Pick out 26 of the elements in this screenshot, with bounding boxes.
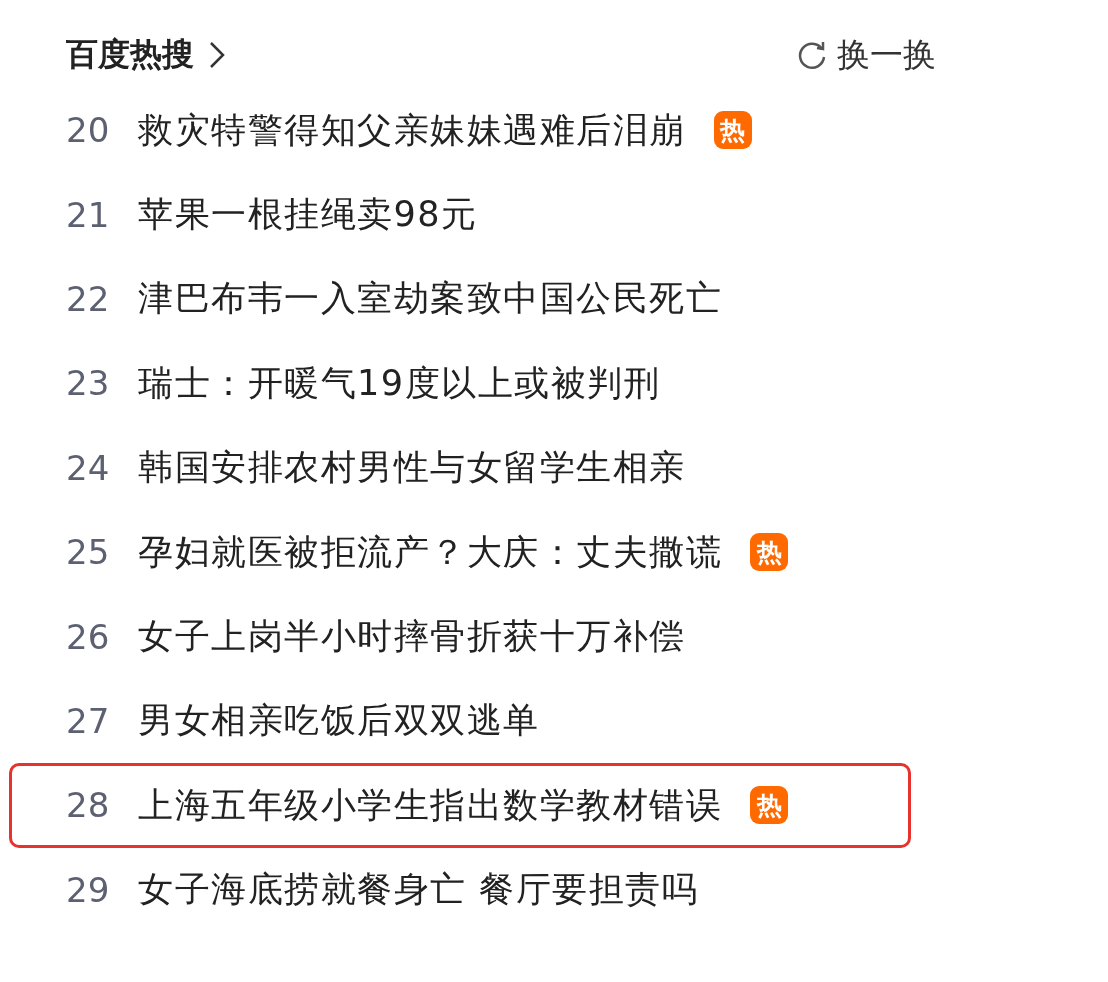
trending-title[interactable]: 救灾特警得知父亲妹妹遇难后泪崩 — [138, 106, 686, 154]
trending-title[interactable]: 女子上岗半小时摔骨折获十万补偿 — [138, 613, 686, 661]
trending-title[interactable]: 韩国安排农村男性与女留学生相亲 — [138, 444, 686, 492]
section-title[interactable]: 百度热搜 — [66, 33, 194, 77]
trending-title[interactable]: 上海五年级小学生指出数学教材错误 — [138, 781, 722, 829]
hot-badge: 热 — [750, 786, 788, 825]
trending-title[interactable]: 女子海底捞就餐身亡 餐厅要担责吗 — [138, 866, 699, 914]
rank-number: 28 — [66, 785, 111, 826]
trending-title[interactable]: 苹果一根挂绳卖98元 — [138, 191, 478, 239]
rank-number: 23 — [66, 363, 111, 404]
trending-title[interactable]: 男女相亲吃饭后双双逃单 — [138, 697, 540, 745]
rank-number: 29 — [66, 869, 111, 910]
hot-badge: 热 — [713, 111, 752, 150]
trending-title[interactable]: 孕妇就医被拒流产？大庆：丈夫撒谎 — [138, 528, 722, 576]
refresh-button[interactable]: 换一换 — [795, 32, 936, 78]
rank-number: 20 — [66, 110, 111, 151]
rank-number: 21 — [66, 194, 111, 235]
rank-number: 27 — [66, 700, 111, 741]
rank-number: 26 — [66, 616, 111, 657]
rank-number: 25 — [66, 532, 111, 573]
chevron-icon[interactable] — [208, 40, 226, 70]
trending-title[interactable]: 瑞士：开暖气19度以上或被判刑 — [138, 359, 661, 407]
rank-number: 24 — [66, 447, 111, 488]
trending-title[interactable]: 津巴布韦一入室劫案致中国公民死亡 — [138, 275, 722, 323]
hot-badge: 热 — [750, 533, 788, 572]
rank-number: 22 — [66, 278, 111, 319]
